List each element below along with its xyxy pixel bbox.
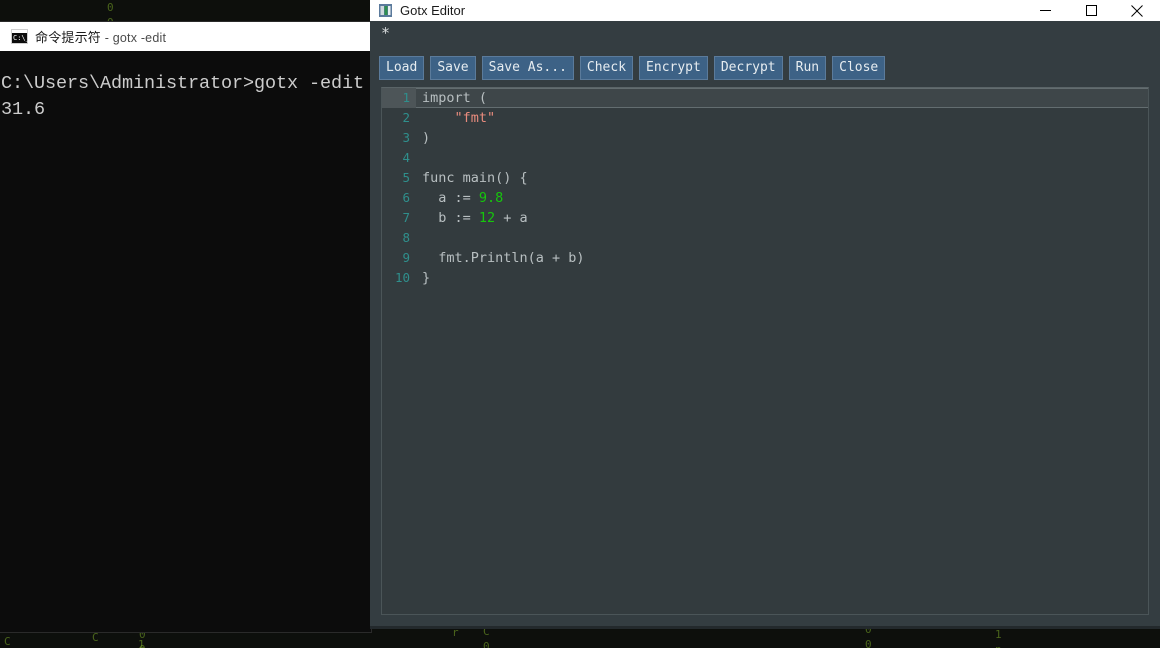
code-token-plain: + a <box>495 210 528 226</box>
line-number: 9 <box>402 250 410 265</box>
line-number: 4 <box>402 150 410 165</box>
cmd-icon: C:\_ <box>11 29 30 44</box>
editor-window-shadow <box>370 626 1160 629</box>
close-button[interactable] <box>1114 0 1160 21</box>
code-line-row[interactable]: 6 a := 9.8 <box>382 188 1148 208</box>
command-prompt-titlebar[interactable]: C:\_ 命令提示符 - gotx -edit <box>0 22 371 51</box>
save-as-button[interactable]: Save As... <box>481 56 574 80</box>
code-token-num: 12 <box>478 210 496 226</box>
maximize-button[interactable] <box>1068 0 1114 21</box>
console-line: C:\Users\Administrator>gotx -edit <box>1 73 365 94</box>
window-controls <box>1022 0 1160 21</box>
check-button[interactable]: Check <box>579 56 634 80</box>
line-number: 7 <box>402 210 410 225</box>
editor-toolbar-area: * Load Save Save As... Check Encrypt Decrypt R… <box>370 21 1160 87</box>
line-number: 3 <box>402 130 410 145</box>
line-number: 6 <box>402 190 410 205</box>
code-line-text: } <box>416 268 430 288</box>
save-button[interactable]: Save <box>430 56 476 80</box>
editor-titlebar[interactable]: Gotx Editor <box>370 0 1160 21</box>
code-line-row[interactable]: 3) <box>382 128 1148 148</box>
code-line-text: "fmt" <box>416 108 496 128</box>
code-line-text: a := 9.8 <box>416 188 503 208</box>
code-line-text: func main() { <box>416 168 528 188</box>
code-line-row[interactable]: 2 "fmt" <box>382 108 1148 128</box>
cmd-icon-glyph: C:\_ <box>13 34 30 42</box>
code-token-plain: import ( <box>422 90 488 106</box>
code-line-row[interactable]: 7 b := 12 + a <box>382 208 1148 228</box>
encrypt-button[interactable]: Encrypt <box>639 56 708 80</box>
code-token-str: "fmt" <box>454 110 496 126</box>
line-number: 8 <box>402 230 410 245</box>
code-token-plain: func main() { <box>422 170 528 186</box>
close-button[interactable]: Close <box>832 56 886 80</box>
code-token-plain: } <box>422 270 431 286</box>
command-prompt-console[interactable]: C:\Users\Administrator>gotx -edit 31.6 <box>0 51 371 632</box>
code-token-plain: fmt.Println(a + b) <box>422 250 585 266</box>
code-line-row[interactable]: 8 <box>382 228 1148 248</box>
console-line: 31.6 <box>1 99 46 120</box>
wallpaper-glyph-column: C C 0 C n C <box>4 635 11 648</box>
command-prompt-title-app: 命令提示符 <box>35 30 102 45</box>
line-number: 1 <box>382 88 416 108</box>
gotx-app-icon <box>379 4 392 17</box>
line-number: 5 <box>402 170 410 185</box>
code-line-text: fmt.Println(a + b) <box>416 248 585 268</box>
code-token-plain: ) <box>422 130 431 146</box>
decrypt-button[interactable]: Decrypt <box>713 56 783 80</box>
wallpaper-glyph-column: 1 n C 1 0 r r C <box>995 628 1002 648</box>
command-prompt-title: 命令提示符 - gotx -edit <box>35 27 166 46</box>
code-editor[interactable]: 1 import (2 "fmt" 3) 4 5 func main() {6 a := … <box>381 87 1149 615</box>
command-prompt-title-suffix: - gotx -edit <box>101 31 167 45</box>
minimize-button[interactable] <box>1022 0 1068 21</box>
unsaved-changes-marker: * <box>381 24 391 42</box>
editor-window-title: Gotx Editor <box>400 3 466 18</box>
command-prompt-window[interactable]: C:\_ 命令提示符 - gotx -edit C:\Users\Adminis… <box>0 22 371 632</box>
code-line-row[interactable]: 5 func main() { <box>382 168 1148 188</box>
load-button[interactable]: Load <box>379 56 425 80</box>
line-number: 2 <box>402 110 410 125</box>
code-line-row[interactable]: 10} <box>382 268 1148 288</box>
gotx-editor-window[interactable]: Gotx Editor * Load Save Save As... Check Enc… <box>370 0 1160 626</box>
run-button[interactable]: Run <box>788 56 827 80</box>
code-line-row[interactable]: 9 fmt.Println(a + b) <box>382 248 1148 268</box>
editor-toolbar: Load Save Save As... Check Encrypt Decrypt Run… <box>379 56 886 80</box>
code-line-row[interactable]: 1 import ( <box>382 88 1148 108</box>
code-line-text: ) <box>416 128 430 148</box>
code-line-text: b := 12 + a <box>416 208 528 228</box>
code-token-num: 9.8 <box>478 190 504 206</box>
code-line-row[interactable]: 4 <box>382 148 1148 168</box>
code-line-text: import ( <box>416 88 487 108</box>
line-number: 10 <box>394 270 410 285</box>
code-token-plain: a := <box>422 190 479 206</box>
code-token-plain: b := <box>422 210 479 226</box>
